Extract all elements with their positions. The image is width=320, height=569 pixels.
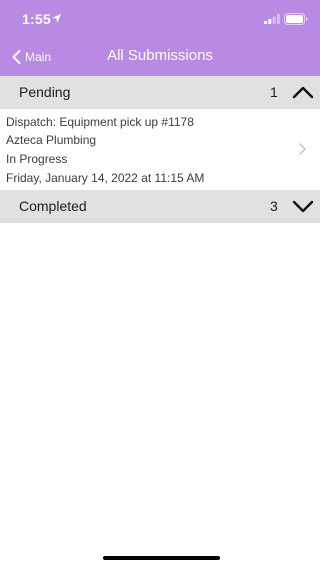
section-title: Pending <box>19 84 71 100</box>
section-count: 3 <box>270 198 278 214</box>
location-arrow-icon <box>51 13 62 24</box>
status-text: In Progress <box>6 152 68 166</box>
chevron-right-icon <box>299 143 306 155</box>
status-bar: 1:55 <box>0 0 320 40</box>
section-title: Completed <box>19 198 87 214</box>
dispatch-title: Dispatch: Equipment pick up #1178 <box>6 115 194 129</box>
submission-date: Friday, January 14, 2022 at 11:15 AM <box>6 171 205 185</box>
company-name: Azteca Plumbing <box>6 133 97 147</box>
battery-icon <box>284 13 308 25</box>
list-item[interactable]: Dispatch: Equipment pick up #1178 Azteca… <box>0 109 320 188</box>
status-time: 1:55 <box>22 11 51 27</box>
section-count: 1 <box>270 84 278 100</box>
chevron-down-icon[interactable] <box>292 199 314 213</box>
page-title: All Submissions <box>107 47 213 64</box>
app-header: 1:55 Main All Submissions <box>0 0 320 76</box>
section-header-pending[interactable]: Pending 1 <box>0 76 320 109</box>
chevron-up-icon[interactable] <box>292 85 314 99</box>
section-header-completed[interactable]: Completed 3 <box>0 190 320 223</box>
nav-bar: Main All Submissions <box>0 40 320 74</box>
signal-icon <box>264 14 280 24</box>
home-indicator[interactable] <box>103 556 220 560</box>
